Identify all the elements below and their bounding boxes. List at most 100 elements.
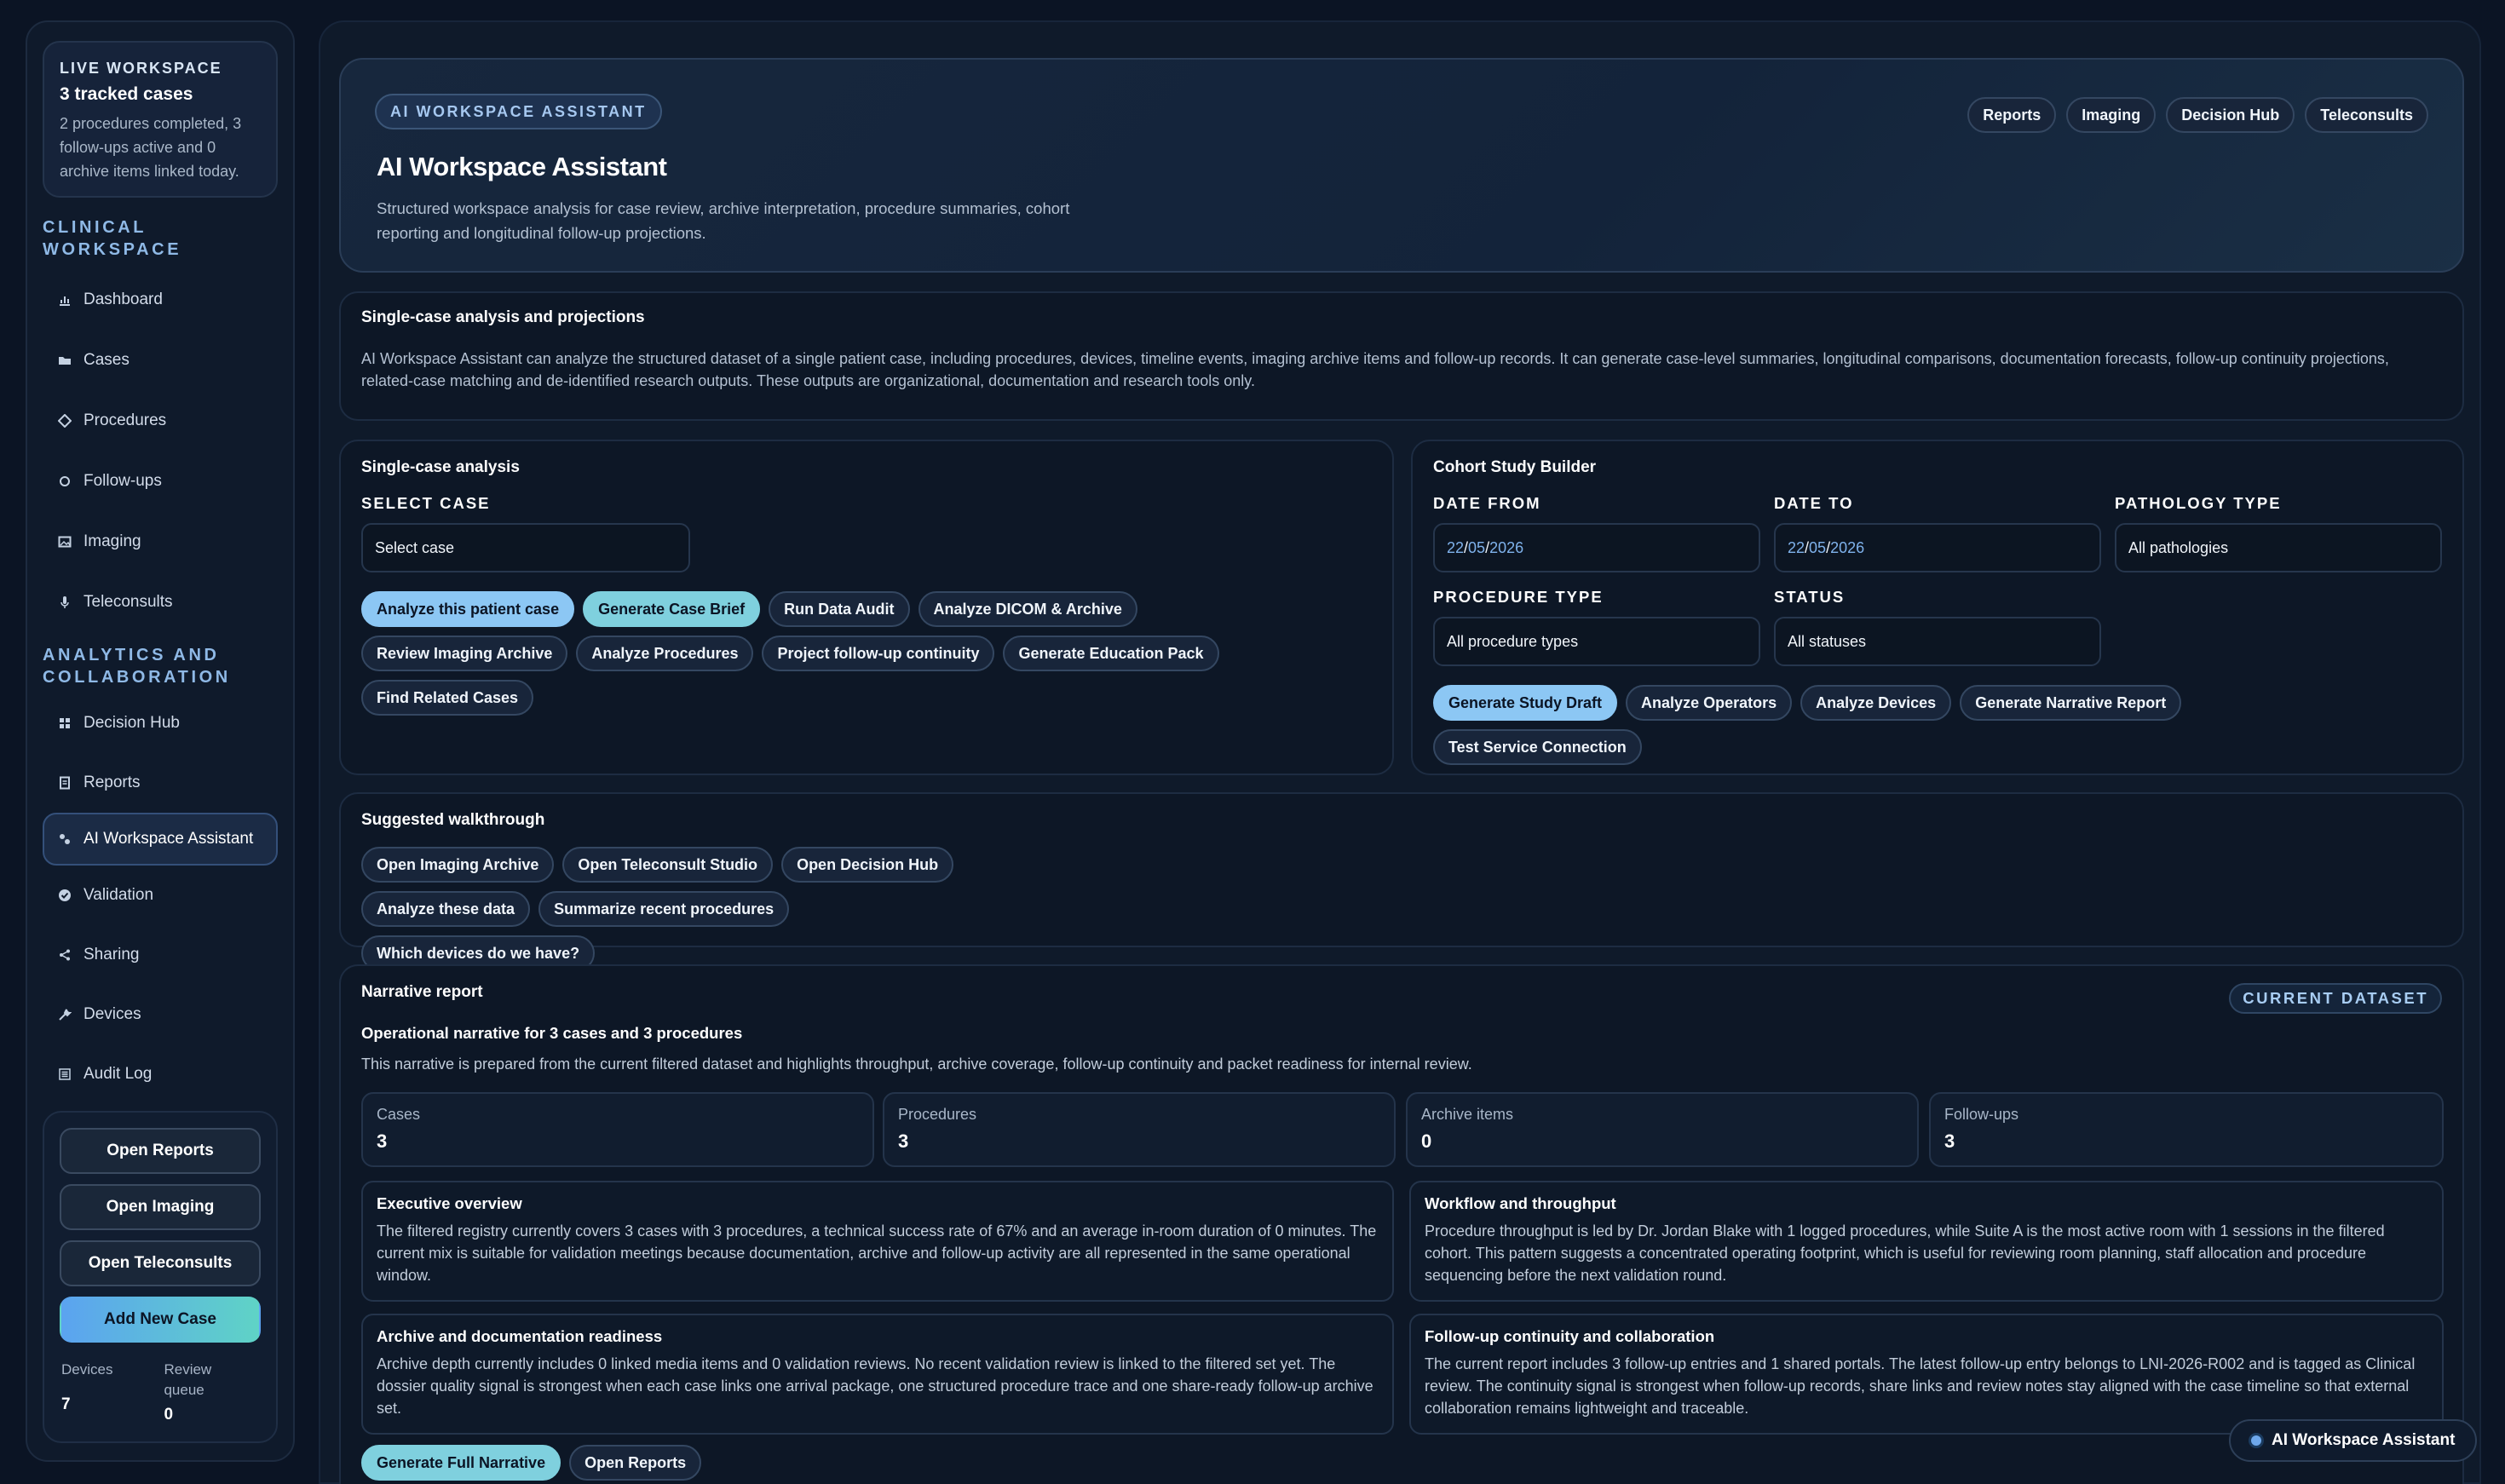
floating-assistant-button[interactable]: AI Workspace Assistant	[2229, 1419, 2478, 1462]
procedure-type-select[interactable]: All procedure types	[1433, 617, 1760, 666]
hero-link-teleconsults[interactable]: Teleconsults	[2305, 97, 2428, 133]
sidebar-item-label: Audit Log	[84, 1065, 153, 1083]
cohort-title: Cohort Study Builder	[1433, 458, 1597, 476]
find-related-cases-button[interactable]: Find Related Cases	[361, 680, 534, 716]
sidebar-item-label: AI Workspace Assistant	[84, 830, 254, 848]
generate-case-brief-button[interactable]: Generate Case Brief	[583, 591, 761, 627]
intro-card: Single-case analysis and projections AI …	[339, 291, 2464, 421]
metric-label: Procedures	[898, 1106, 977, 1123]
grid-icon	[58, 716, 72, 730]
section-body: Archive depth currently includes 0 linke…	[377, 1355, 1373, 1417]
analyze-devices-button[interactable]: Analyze Devices	[1800, 685, 1952, 721]
sidebar-item-cases[interactable]: Cases	[43, 330, 278, 390]
document-icon	[58, 776, 72, 790]
sidebar-item-label: Validation	[84, 886, 154, 904]
generate-narrative-report-button[interactable]: Generate Narrative Report	[1960, 685, 2182, 721]
sidebar-item-label: Devices	[84, 1005, 141, 1023]
live-workspace-text: 2 procedures completed, 3 follow-ups act…	[60, 115, 242, 180]
sidebar-section-analytics: ANALYTICS AND COLLABORATION	[43, 646, 231, 687]
analyze-patient-case-button[interactable]: Analyze this patient case	[361, 591, 575, 627]
narrative-title: Narrative report	[361, 983, 483, 1001]
stat-review-queue-label: Review queue	[164, 1361, 212, 1398]
sidebar-item-label: Decision Hub	[84, 714, 180, 732]
page-title: AI Workspace Assistant	[377, 152, 667, 181]
date-to-day: 22	[1788, 538, 1805, 556]
cohort-study-card: Cohort Study Builder DATE FROM 22/05/202…	[1411, 440, 2464, 775]
date-from-year: 2026	[1489, 538, 1524, 556]
status-select[interactable]: All statuses	[1774, 617, 2101, 666]
open-teleconsults-button[interactable]: Open Teleconsults	[60, 1240, 261, 1286]
single-case-title: Single-case analysis	[361, 458, 520, 476]
narrative-intro: This narrative is prepared from the curr…	[361, 1055, 1472, 1073]
metric-label: Follow-ups	[1944, 1106, 2019, 1123]
walkthrough-actions: Open Imaging Archive Open Teleconsult St…	[361, 847, 1009, 971]
check-circle-icon	[58, 889, 72, 902]
open-decision-hub-button[interactable]: Open Decision Hub	[781, 847, 954, 883]
date-from-month: 05	[1468, 538, 1486, 556]
date-to-year: 2026	[1830, 538, 1865, 556]
select-case-value: Select case	[375, 538, 455, 556]
date-to-input[interactable]: 22/05/2026	[1774, 523, 2101, 572]
metric-value: 3	[1944, 1130, 1955, 1152]
sidebar-item-dashboard[interactable]: Dashboard	[43, 269, 278, 330]
add-new-case-button[interactable]: Add New Case	[60, 1297, 261, 1343]
analyze-dicom-archive-button[interactable]: Analyze DICOM & Archive	[918, 591, 1137, 627]
stat-review-queue: Review queue 0	[164, 1360, 240, 1424]
summarize-recent-procedures-button[interactable]: Summarize recent procedures	[538, 891, 790, 927]
open-imaging-button[interactable]: Open Imaging	[60, 1184, 261, 1230]
metric-procedures: Procedures 3	[883, 1092, 1396, 1167]
hero-link-imaging[interactable]: Imaging	[2066, 97, 2157, 133]
metric-value: 3	[377, 1130, 388, 1152]
analyze-these-data-button[interactable]: Analyze these data	[361, 891, 531, 927]
pathology-type-select[interactable]: All pathologies	[2115, 523, 2442, 572]
sidebar-item-sharing[interactable]: Sharing	[43, 925, 278, 985]
sidebar-item-label: Procedures	[84, 411, 167, 429]
open-reports-button[interactable]: Open Reports	[60, 1128, 261, 1174]
narrative-heading: Operational narrative for 3 cases and 3 …	[361, 1024, 743, 1042]
review-imaging-archive-button[interactable]: Review Imaging Archive	[361, 636, 568, 671]
sidebar-item-teleconsults[interactable]: Teleconsults	[43, 572, 278, 632]
diamond-icon	[58, 413, 72, 428]
generate-education-pack-button[interactable]: Generate Education Pack	[1003, 636, 1219, 671]
generate-full-narrative-button[interactable]: Generate Full Narrative	[361, 1445, 561, 1481]
select-case-dropdown[interactable]: Select case	[361, 523, 690, 572]
sidebar-item-follow-ups[interactable]: Follow-ups	[43, 451, 278, 511]
sidebar-item-label: Sharing	[84, 946, 140, 963]
sidebar-item-imaging[interactable]: Imaging	[43, 511, 278, 572]
open-reports-link-button[interactable]: Open Reports	[569, 1445, 702, 1481]
single-case-actions: Analyze this patient case Generate Case …	[361, 591, 1299, 716]
analyze-operators-button[interactable]: Analyze Operators	[1626, 685, 1793, 721]
open-imaging-archive-button[interactable]: Open Imaging Archive	[361, 847, 555, 883]
sidebar-item-decision-hub[interactable]: Decision Hub	[43, 693, 278, 753]
metric-label: Cases	[377, 1106, 421, 1123]
sidebar-item-procedures[interactable]: Procedures	[43, 390, 278, 451]
procedure-type-label: PROCEDURE TYPE	[1433, 588, 1604, 606]
date-from-input[interactable]: 22/05/2026	[1433, 523, 1760, 572]
generate-study-draft-button[interactable]: Generate Study Draft	[1433, 685, 1618, 721]
analyze-procedures-button[interactable]: Analyze Procedures	[576, 636, 754, 671]
open-teleconsult-studio-button[interactable]: Open Teleconsult Studio	[562, 847, 774, 883]
section-title: Executive overview	[377, 1194, 522, 1212]
project-follow-up-continuity-button[interactable]: Project follow-up continuity	[762, 636, 995, 671]
hero-link-decision-hub[interactable]: Decision Hub	[2166, 97, 2295, 133]
section-body: The current report includes 3 follow-up …	[1425, 1355, 2416, 1417]
test-service-connection-button[interactable]: Test Service Connection	[1433, 729, 1642, 765]
metric-cases: Cases 3	[361, 1092, 874, 1167]
sidebar-section-clinical: CLINICAL WORKSPACE	[43, 218, 182, 259]
sidebar-item-validation[interactable]: Validation	[43, 866, 278, 925]
current-dataset-badge: CURRENT DATASET	[2229, 983, 2442, 1014]
sidebar-item-reports[interactable]: Reports	[43, 753, 278, 813]
select-case-label: SELECT CASE	[361, 494, 491, 512]
workflow-throughput-card: Workflow and throughput Procedure throug…	[1409, 1181, 2444, 1302]
sidebar-item-devices[interactable]: Devices	[43, 985, 278, 1044]
hero-link-reports[interactable]: Reports	[1967, 97, 2057, 133]
pathology-type-label: PATHOLOGY TYPE	[2115, 494, 2282, 512]
assistant-icon	[58, 832, 72, 846]
live-workspace-title: 3 tracked cases	[60, 84, 193, 104]
sidebar-item-audit-log[interactable]: Audit Log	[43, 1044, 278, 1104]
run-data-audit-button[interactable]: Run Data Audit	[769, 591, 910, 627]
sidebar-item-ai-workspace-assistant[interactable]: AI Workspace Assistant	[43, 813, 278, 866]
floating-assistant-label: AI Workspace Assistant	[2272, 1431, 2456, 1449]
walkthrough-title: Suggested walkthrough	[361, 811, 545, 829]
follow-up-continuity-card: Follow-up continuity and collaboration T…	[1409, 1314, 2444, 1435]
